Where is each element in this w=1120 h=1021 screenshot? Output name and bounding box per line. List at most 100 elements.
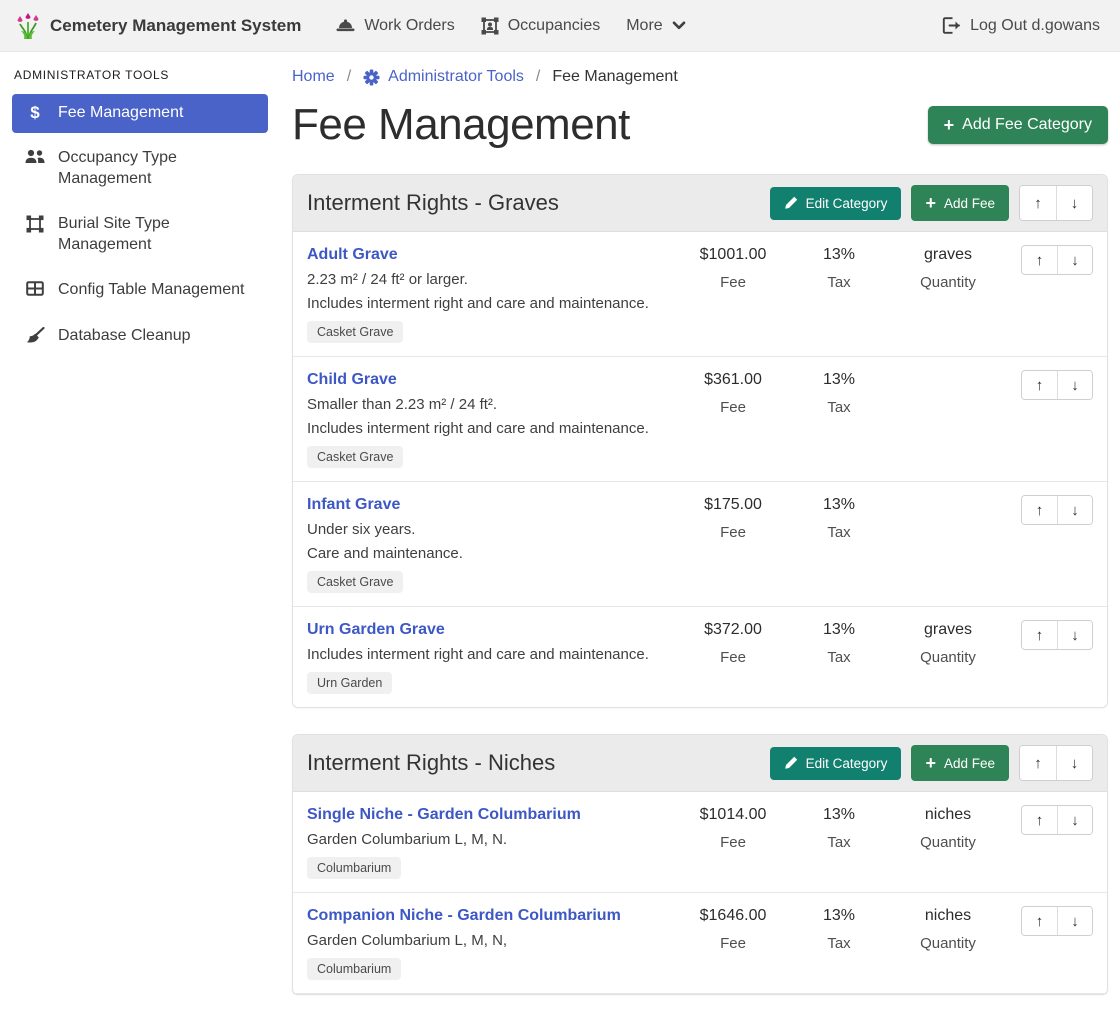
- sidebar-item-fee-management[interactable]: $ Fee Management: [12, 94, 268, 133]
- add-fee-button[interactable]: + Add Fee: [911, 745, 1009, 781]
- tax-value: 13%: [789, 907, 889, 925]
- sidebar-item-occupancy-type[interactable]: Occupancy Type Management: [12, 139, 268, 199]
- breadcrumb-admin-tools-link[interactable]: Administrator Tools: [363, 68, 524, 86]
- move-fee-down-button[interactable]: ↓: [1057, 371, 1092, 399]
- fee-description: Smaller than 2.23 m² / 24 ft².: [307, 396, 671, 413]
- sidebar-heading: ADMINISTRATOR TOOLS: [14, 68, 268, 82]
- fee-tag: Casket Grave: [307, 571, 403, 593]
- fee-label: Fee: [677, 274, 789, 291]
- move-fee-up-button[interactable]: ↑: [1022, 621, 1057, 649]
- edit-category-button[interactable]: Edit Category: [770, 747, 902, 780]
- tax-label: Tax: [789, 399, 889, 416]
- move-fee-down-button[interactable]: ↓: [1057, 621, 1092, 649]
- fee-row: Companion Niche - Garden Columbarium Gar…: [293, 892, 1107, 993]
- up-arrow-icon: ↑: [1036, 377, 1044, 394]
- fee-name-link[interactable]: Child Grave: [307, 371, 397, 389]
- move-fee-down-button[interactable]: ↓: [1057, 907, 1092, 935]
- move-fee-up-button[interactable]: ↑: [1022, 496, 1057, 524]
- fee-row: Urn Garden Grave Includes interment righ…: [293, 606, 1107, 707]
- app-brand[interactable]: Cemetery Management System: [16, 12, 301, 40]
- pencil-icon: [784, 756, 798, 770]
- category-rows: Single Niche - Garden Columbarium Garden…: [293, 792, 1107, 994]
- pencil-icon: [784, 196, 798, 210]
- tax-value: 13%: [789, 371, 889, 389]
- sidebar-item-label: Fee Management: [58, 103, 183, 123]
- move-category-down-button[interactable]: ↓: [1056, 746, 1092, 780]
- quantity-col: niches Quantity: [889, 905, 1007, 952]
- logout-button[interactable]: Log Out d.gowans: [938, 9, 1104, 43]
- fee-amount: $175.00: [677, 496, 789, 514]
- people-icon: [24, 149, 46, 164]
- nav-occupancies[interactable]: Occupancies: [468, 9, 614, 43]
- move-fee-up-button[interactable]: ↑: [1022, 907, 1057, 935]
- move-category-down-button[interactable]: ↓: [1056, 186, 1092, 220]
- fee-tag: Columbarium: [307, 857, 401, 879]
- fee-descriptions: Under six years.Care and maintenance.: [307, 521, 671, 562]
- fee-label: Fee: [677, 935, 789, 952]
- fee-row: Single Niche - Garden Columbarium Garden…: [293, 792, 1107, 892]
- title-row: Fee Management + Add Fee Category: [292, 100, 1108, 150]
- nav-occupancies-label: Occupancies: [508, 17, 601, 35]
- fee-name-link[interactable]: Urn Garden Grave: [307, 621, 445, 639]
- nav-more[interactable]: More: [613, 9, 698, 43]
- quantity-label: Quantity: [889, 834, 1007, 851]
- move-fee-down-button[interactable]: ↓: [1057, 806, 1092, 834]
- fee-descriptions: 2.23 m² / 24 ft² or larger.Includes inte…: [307, 271, 671, 312]
- fee-description: Under six years.: [307, 521, 671, 538]
- fee-category-card: Interment Rights - Niches Edit Category …: [292, 734, 1108, 995]
- gear-icon: [363, 69, 380, 86]
- sidebar-item-label: Database Cleanup: [58, 326, 191, 346]
- page-title: Fee Management: [292, 100, 630, 150]
- breadcrumb: Home / Administrator Tool: [292, 68, 1108, 86]
- fee-description: Includes interment right and care and ma…: [307, 646, 671, 663]
- sidebar-item-config-table[interactable]: Config Table Management: [12, 271, 268, 310]
- sidebar-item-burial-site-type[interactable]: Burial Site Type Management: [12, 205, 268, 265]
- fee-name-link[interactable]: Companion Niche - Garden Columbarium: [307, 907, 621, 925]
- tax-col: 13% Tax: [789, 619, 889, 666]
- vector-square-icon: [24, 215, 46, 233]
- tulip-logo-icon: [16, 12, 40, 40]
- move-fee-down-button[interactable]: ↓: [1057, 496, 1092, 524]
- fee-name-link[interactable]: Adult Grave: [307, 246, 398, 264]
- up-arrow-icon: ↑: [1034, 755, 1042, 772]
- quantity-unit: graves: [889, 246, 1007, 264]
- move-fee-down-button[interactable]: ↓: [1057, 246, 1092, 274]
- fee-col: $1646.00 Fee: [677, 905, 789, 952]
- quantity-label: Quantity: [889, 274, 1007, 291]
- add-fee-button[interactable]: + Add Fee: [911, 185, 1009, 221]
- breadcrumb-admin-tools-label: Administrator Tools: [388, 68, 524, 86]
- fee-descriptions: Includes interment right and care and ma…: [307, 646, 671, 663]
- down-arrow-icon: ↓: [1071, 812, 1079, 829]
- plus-icon: +: [925, 754, 936, 772]
- category-header: Interment Rights - Niches Edit Category …: [293, 735, 1107, 792]
- breadcrumb-separator: /: [347, 68, 351, 86]
- move-fee-up-button[interactable]: ↑: [1022, 806, 1057, 834]
- tax-value: 13%: [789, 246, 889, 264]
- fee-name-link[interactable]: Single Niche - Garden Columbarium: [307, 806, 581, 824]
- fee-name-link[interactable]: Infant Grave: [307, 496, 400, 514]
- tax-col: 13% Tax: [789, 494, 889, 541]
- page-layout: ADMINISTRATOR TOOLS $ Fee Management Occ…: [0, 52, 1120, 1021]
- fee-tag: Casket Grave: [307, 321, 403, 343]
- fee-reorder: ↑ ↓: [1013, 369, 1093, 400]
- nav-work-orders[interactable]: Work Orders: [323, 9, 467, 43]
- breadcrumb-home-link[interactable]: Home: [292, 68, 335, 86]
- fee-reorder-group: ↑ ↓: [1021, 620, 1093, 650]
- occupant-badge-icon: [481, 17, 499, 35]
- fee-reorder: ↑ ↓: [1013, 244, 1093, 275]
- move-category-up-button[interactable]: ↑: [1020, 186, 1056, 220]
- breadcrumb-separator: /: [536, 68, 540, 86]
- tax-col: 13% Tax: [789, 369, 889, 416]
- move-category-up-button[interactable]: ↑: [1020, 746, 1056, 780]
- fee-amount: $1001.00: [677, 246, 789, 264]
- chevron-down-icon: [672, 21, 686, 30]
- fee-amount: $372.00: [677, 621, 789, 639]
- add-fee-category-button[interactable]: + Add Fee Category: [928, 106, 1108, 144]
- fee-tag: Urn Garden: [307, 672, 392, 694]
- edit-category-button[interactable]: Edit Category: [770, 187, 902, 220]
- fee-col: $372.00 Fee: [677, 619, 789, 666]
- sidebar-item-database-cleanup[interactable]: Database Cleanup: [12, 317, 268, 356]
- fee-tag: Casket Grave: [307, 446, 403, 468]
- move-fee-up-button[interactable]: ↑: [1022, 371, 1057, 399]
- move-fee-up-button[interactable]: ↑: [1022, 246, 1057, 274]
